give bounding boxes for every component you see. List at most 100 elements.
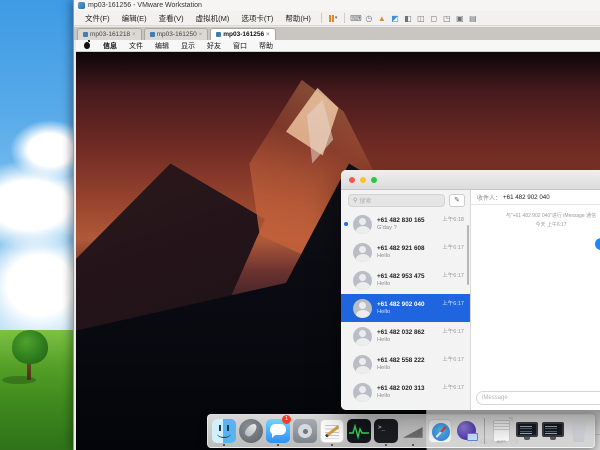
sent-message-row: Hello 已送达 [595, 232, 600, 259]
dock-item-messages[interactable]: 1 [266, 417, 290, 445]
vm-tab-label: mp03-161218 [90, 31, 130, 38]
vmware-titlebar[interactable]: mp03-161256 - VMware Workstation [74, 0, 600, 11]
snapshot-manager-icon[interactable]: ◩ [388, 14, 401, 23]
conversation-list: +61 482 830 165G'day ?上午6:18+61 482 921 … [341, 210, 470, 410]
message-input-placeholder: iMessage [482, 395, 600, 401]
dock-item-textedit[interactable] [320, 417, 344, 445]
running-indicator [385, 444, 387, 446]
conversation-row[interactable]: +61 482 902 040Hello上午6:17 [341, 294, 470, 322]
dock-item-trash[interactable] [567, 417, 590, 445]
chat-header: 收件人： +61 482 902 040 详细信息 [471, 190, 600, 205]
vmware-tabbar: mp03-161218×mp03-161250×mp03-161256× [74, 27, 600, 40]
macos-menu-item[interactable]: 信息 [97, 41, 123, 51]
vm-tab-icon [216, 32, 221, 37]
tab-close-icon[interactable]: × [266, 32, 270, 38]
delivered-label: 已送达 [595, 252, 600, 259]
conversation-time: 上午6:18 [442, 215, 464, 223]
toolbar-separator [321, 13, 322, 23]
vm-tab-mp03-161256[interactable]: mp03-161256× [210, 28, 275, 40]
macos-menu-item[interactable]: 编辑 [149, 41, 175, 51]
tab-close-icon[interactable]: × [199, 32, 203, 38]
conversation-preview: Hello [377, 281, 470, 287]
macos-menubar: 信息文件编辑显示好友窗口帮助 [76, 40, 600, 52]
snapshot-revert-icon[interactable]: ◷ [362, 14, 375, 23]
conversation-row[interactable]: +61 482 953 475Hello上午6:17 [341, 266, 470, 294]
macos-menu-item[interactable]: 窗口 [227, 41, 253, 51]
vmware-menu-item[interactable]: 文件(F) [79, 13, 116, 24]
vm-screen: 信息文件编辑显示好友窗口帮助 showlog — tail 号码 : +6148… [76, 40, 600, 450]
system-preferences-icon [293, 419, 317, 443]
chat-pane: 收件人： +61 482 902 040 详细信息 与“+61 482 902 … [471, 190, 600, 410]
vm-tab-mp03-161250[interactable]: mp03-161250× [144, 28, 209, 40]
message-input[interactable]: iMessage ☺ [476, 391, 600, 405]
vm-tab-mp03-161218[interactable]: mp03-161218× [77, 28, 142, 40]
toolbar-separator [344, 13, 345, 23]
scrollbar[interactable] [467, 225, 469, 285]
apple-menu-icon[interactable] [84, 42, 90, 49]
traffic-lights [349, 177, 377, 183]
console-view-icon[interactable]: ▣ [453, 14, 466, 23]
vmware-menu-item[interactable]: 查看(V) [153, 13, 190, 24]
vmware-window: mp03-161256 - VMware Workstation 文件(F)编辑… [73, 0, 600, 450]
dock-item-screen-sharing[interactable] [455, 417, 479, 445]
running-indicator [223, 444, 225, 446]
dock-item-finder[interactable] [212, 417, 236, 445]
conversation-time: 上午6:17 [442, 383, 464, 391]
take-snapshot-icon[interactable]: ▲ [375, 14, 388, 23]
unity-mode-icon[interactable]: ◳ [440, 14, 453, 23]
search-placeholder: 搜索 [359, 196, 371, 205]
vmware-menu-item[interactable]: 虚拟机(M) [190, 13, 236, 24]
dock-item-launchpad[interactable] [239, 417, 263, 445]
vmware-menu-item[interactable]: 帮助(H) [279, 13, 316, 24]
pause-button[interactable]: ▾ [326, 15, 341, 22]
vmware-menu-item[interactable]: 选项卡(T) [235, 13, 279, 24]
conversation-row[interactable]: +61 482 832 465Hello上午6:17 [341, 406, 470, 410]
conversation-row[interactable]: +61 482 020 313Hello上午6:17 [341, 378, 470, 406]
macos-menu-item[interactable]: 显示 [175, 41, 201, 51]
macos-menu-item[interactable]: 帮助 [253, 41, 279, 51]
avatar [353, 243, 372, 262]
conversation-row[interactable]: +61 482 558 222Hello上午6:17 [341, 350, 470, 378]
macos-menu-item[interactable]: 文件 [123, 41, 149, 51]
show-library-icon[interactable]: ◧ [401, 14, 414, 23]
fullscreen-icon[interactable]: ◻ [427, 14, 440, 23]
trash-icon [570, 420, 588, 442]
macos-menu-item[interactable]: 好友 [201, 41, 227, 51]
display-window-icon [542, 420, 564, 442]
search-input[interactable]: ⚲ 搜索 [348, 194, 445, 207]
zoom-button[interactable] [371, 177, 377, 183]
search-row: ⚲ 搜索 ✎ [341, 190, 470, 210]
conversation-time: 上午6:17 [442, 243, 464, 251]
messages-titlebar[interactable] [341, 170, 600, 190]
dock-item-display-window-1[interactable] [516, 417, 539, 445]
dock-item-terminal[interactable]: >_ [374, 417, 398, 445]
vm-tab-label: mp03-161250 [157, 31, 197, 38]
minimize-button[interactable] [360, 177, 366, 183]
chevron-down-icon[interactable]: ▾ [335, 15, 338, 21]
activity-monitor-icon [347, 419, 371, 443]
dock-item-safari[interactable] [428, 417, 452, 445]
screen-sharing-icon [455, 419, 479, 443]
dock-item-scpt-document[interactable]: SCPT [490, 417, 513, 445]
conversation-preview: G'day ? [377, 225, 470, 231]
vmware-window-title: mp03-161256 - VMware Workstation [88, 2, 202, 9]
show-thumbnail-bar-icon[interactable]: ◫ [414, 14, 427, 23]
chat-status: 与“+61 482 902 040”进行 iMessage 通信 今天 上午6:… [471, 212, 600, 228]
avatar [353, 383, 372, 402]
dock-item-system-preferences[interactable] [293, 417, 317, 445]
dock-item-script-editor[interactable] [401, 417, 425, 445]
conversation-row[interactable]: +61 482 032 862Hello上午6:17 [341, 322, 470, 350]
vm-tab-icon [83, 32, 88, 37]
vmware-menu-item[interactable]: 编辑(E) [116, 13, 153, 24]
imessage-status-line: 与“+61 482 902 040”进行 iMessage 通信 [471, 212, 600, 219]
dock-item-activity-monitor[interactable] [347, 417, 371, 445]
dock-item-display-window-2[interactable] [541, 417, 564, 445]
tab-close-icon[interactable]: × [132, 32, 136, 38]
conversation-row[interactable]: +61 482 830 165G'day ?上午6:18 [341, 210, 470, 238]
send-ctrl-alt-del-icon[interactable]: ⌨ [349, 14, 362, 23]
compose-button[interactable]: ✎ [449, 194, 465, 207]
free-stretch-icon[interactable]: ▤ [466, 14, 479, 23]
close-button[interactable] [349, 177, 355, 183]
conversation-row[interactable]: +61 482 921 608Hello上午6:17 [341, 238, 470, 266]
conversation-time: 上午6:17 [442, 271, 464, 279]
